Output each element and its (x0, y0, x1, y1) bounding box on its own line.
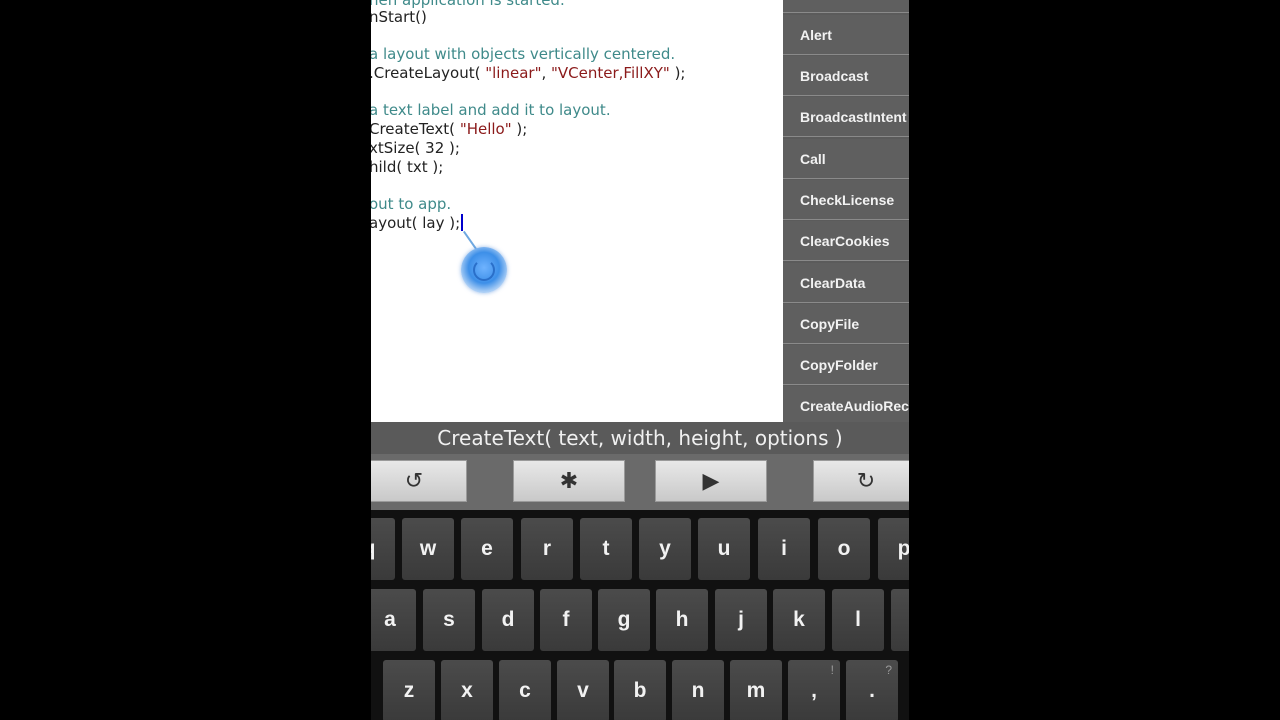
method-item[interactable] (783, 0, 909, 13)
code-line: hild( txt ); (371, 158, 444, 176)
method-item-broadcast[interactable]: Broadcast (783, 56, 909, 96)
code-line: CreateText( "Hello" ); (371, 120, 528, 138)
method-item-alert[interactable]: Alert (783, 15, 909, 55)
method-item-copyfile[interactable]: CopyFile (783, 304, 909, 344)
app-screen: hen application is started. nStart() a l… (371, 0, 909, 720)
code-line: a layout with objects vertically centere… (371, 45, 676, 63)
key-o[interactable]: o (818, 518, 870, 580)
code-editor[interactable]: hen application is started. nStart() a l… (371, 0, 783, 422)
key-g[interactable]: g (598, 589, 650, 651)
play-icon: ▶ (702, 468, 720, 493)
key-u[interactable]: u (698, 518, 750, 580)
key-k[interactable]: k (773, 589, 825, 651)
key-n[interactable]: n (672, 660, 724, 720)
key-j[interactable]: j (715, 589, 767, 651)
code-line: xtSize( 32 ); (371, 139, 460, 157)
method-item-call[interactable]: Call (783, 139, 909, 179)
method-signature-hint: CreateText( text, width, height, options… (371, 422, 909, 454)
method-item-copyfolder[interactable]: CopyFolder (783, 345, 909, 385)
key-e[interactable]: e (461, 518, 513, 580)
debug-button[interactable]: ✱ (513, 460, 625, 502)
redo-button[interactable]: ↻ (813, 460, 909, 502)
method-item-cleardata[interactable]: ClearData (783, 263, 909, 303)
key-m[interactable]: m (730, 660, 782, 720)
key-f[interactable]: f (540, 589, 592, 651)
key-b[interactable]: b (614, 660, 666, 720)
editor-toolbar: ↺ ✱ ▶ ↻ (371, 454, 909, 510)
method-list[interactable]: Alert Broadcast BroadcastIntent Call Che… (783, 0, 909, 422)
method-item-clearcookies[interactable]: ClearCookies (783, 221, 909, 261)
key-y[interactable]: y (639, 518, 691, 580)
key-t[interactable]: t (580, 518, 632, 580)
method-item-createaudiorecorder[interactable]: CreateAudioRecorder (783, 386, 909, 422)
key-z[interactable]: z (383, 660, 435, 720)
key-s[interactable]: s (423, 589, 475, 651)
code-line: .CreateLayout( "linear", "VCenter,FillXY… (371, 64, 686, 82)
key-comma[interactable]: ,! (788, 660, 840, 720)
key-r[interactable]: r (521, 518, 573, 580)
soft-keyboard: q w e r t y u i o p a s d f g h j k l z … (371, 510, 909, 720)
key-x[interactable]: x (441, 660, 493, 720)
key-d[interactable]: d (482, 589, 534, 651)
bug-icon: ✱ (559, 468, 579, 493)
key-i[interactable]: i (758, 518, 810, 580)
run-button[interactable]: ▶ (655, 460, 767, 502)
method-item-broadcastintent[interactable]: BroadcastIntent (783, 97, 909, 137)
key-q[interactable]: q (371, 518, 395, 580)
key-a[interactable]: a (371, 589, 416, 651)
code-line: out to app. (371, 195, 452, 213)
text-cursor (461, 214, 464, 231)
method-item-checklicense[interactable]: CheckLicense (783, 180, 909, 220)
redo-icon: ↻ (856, 468, 876, 493)
key-c[interactable]: c (499, 660, 551, 720)
code-line: ayout( lay ); (371, 214, 464, 233)
undo-button[interactable]: ↺ (371, 460, 467, 502)
key-l[interactable]: l (832, 589, 884, 651)
touch-indicator (461, 247, 507, 293)
key-period[interactable]: .? (846, 660, 898, 720)
code-line: a text label and add it to layout. (371, 101, 611, 119)
key-w[interactable]: w (402, 518, 454, 580)
undo-icon: ↺ (404, 468, 424, 493)
code-line: nStart() (371, 8, 427, 26)
key-v[interactable]: v (557, 660, 609, 720)
key-enter-partial[interactable] (891, 589, 909, 651)
key-h[interactable]: h (656, 589, 708, 651)
key-p[interactable]: p (878, 518, 909, 580)
